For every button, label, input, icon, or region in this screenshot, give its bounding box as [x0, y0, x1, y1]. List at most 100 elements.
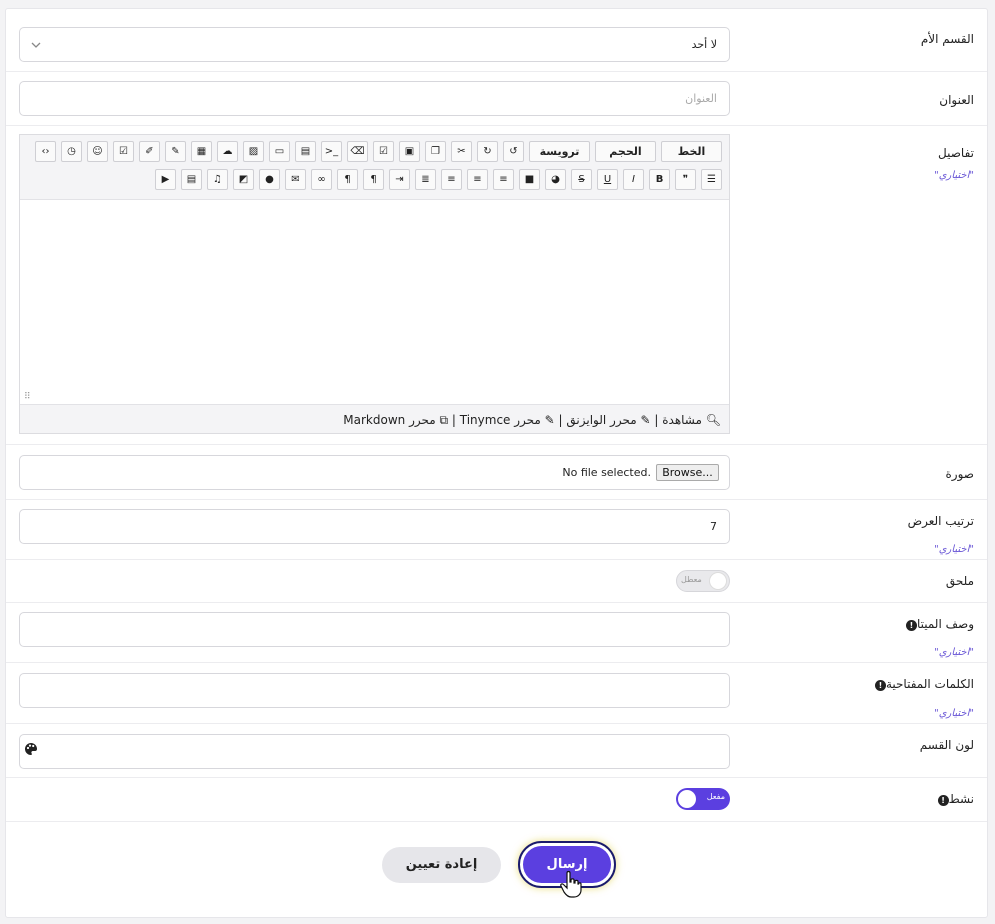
title-input[interactable]: العنوان — [19, 81, 730, 116]
rich-text-editor: الخط الحجم ترويسة ↺ ↻ ✂ ❐ ▣ ☑ ⌫ >_ ▤ ▭ ▨ ☁ ▦ ✎ ✐ ☑ ☺ ◷ ‹› … — [19, 134, 730, 434]
justify-icon: ≣ — [421, 174, 430, 185]
edit-icon: ✎ — [640, 413, 651, 427]
history-button[interactable]: ◷ — [61, 141, 82, 162]
reset-button[interactable]: إعادة تعيين — [382, 847, 501, 883]
code-button[interactable]: >_ — [321, 141, 342, 162]
browse-button[interactable]: Browse... — [656, 464, 719, 481]
active-toggle[interactable]: مفعل — [676, 788, 730, 810]
eraser-button[interactable]: ⌫ — [347, 141, 368, 162]
source-button[interactable]: ‹› — [35, 141, 56, 162]
rtl-button[interactable]: ¶ — [363, 169, 384, 190]
list-button[interactable]: ☰ — [701, 169, 722, 190]
wysiwyg-link[interactable]: محرر الوايزنق — [566, 413, 636, 427]
redo-button[interactable]: ↻ — [477, 141, 498, 162]
link-edit-button[interactable]: ✎ — [165, 141, 186, 162]
undo-icon: ↺ — [509, 146, 518, 157]
justify-button[interactable]: ≣ — [415, 169, 436, 190]
email-icon: ✉ — [291, 174, 300, 185]
link-button[interactable]: ∞ — [311, 169, 332, 190]
edit-icon: ✎ — [544, 413, 555, 427]
color-input[interactable] — [19, 734, 730, 769]
block-button[interactable]: ■ — [519, 169, 540, 190]
palette-icon: ◕ — [551, 174, 560, 185]
link-edit-icon: ✎ — [171, 146, 180, 157]
markdown-link[interactable]: محرر Markdown — [343, 413, 435, 427]
size-dropdown[interactable]: الحجم — [595, 141, 656, 162]
frame-button[interactable]: ▭ — [269, 141, 290, 162]
youtube-button[interactable]: ▶ — [155, 169, 176, 190]
bold-button[interactable]: B — [649, 169, 670, 190]
source-icon: ‹› — [41, 146, 50, 157]
checkbox-button[interactable]: ☑ — [113, 141, 134, 162]
italic-button[interactable]: I — [623, 169, 644, 190]
palette-icon[interactable] — [24, 742, 38, 756]
align-right-button[interactable]: ≡ — [493, 169, 514, 190]
indent-button[interactable]: ⇥ — [389, 169, 410, 190]
hand-cursor-icon — [560, 870, 582, 898]
quote-button[interactable]: ❞ — [675, 169, 696, 190]
document-button[interactable]: ▤ — [295, 141, 316, 162]
image-button[interactable]: ▨ — [243, 141, 264, 162]
image-file-input[interactable]: Browse... No file selected. — [19, 455, 730, 490]
strike-button[interactable]: S — [571, 169, 592, 190]
toolbar-row-2: ☰ ❞ B I U S ◕ ■ ≡ ≡ ≡ ≣ ⇥ ¶ ¶ ∞ ✉ ● ◩ ♫ ▤ ▶ — [20, 169, 729, 195]
cut-button[interactable]: ✂ — [451, 141, 472, 162]
video-button[interactable]: ▤ — [181, 169, 202, 190]
bold-icon: B — [655, 174, 664, 185]
search-icon: 🔍︎ — [705, 413, 721, 427]
frame-icon: ▭ — [274, 146, 285, 157]
font-dropdown[interactable]: الخط — [661, 141, 722, 162]
block-icon: ■ — [524, 174, 535, 185]
emoji-button[interactable]: ☺ — [87, 141, 108, 162]
align-left-button[interactable]: ≡ — [441, 169, 462, 190]
image-icon: ▨ — [248, 146, 259, 157]
heading-dropdown[interactable]: ترويسة — [529, 141, 590, 162]
comment-button[interactable]: ● — [259, 169, 280, 190]
ltr-button[interactable]: ¶ — [337, 169, 358, 190]
order-input[interactable]: 7 — [19, 509, 730, 544]
upload-button[interactable]: ☁ — [217, 141, 238, 162]
details-optional: "اختياري" — [934, 170, 974, 181]
archive-button[interactable]: ▦ — [191, 141, 212, 162]
palette-button[interactable]: ◕ — [545, 169, 566, 190]
emoji-icon: ☺ — [92, 146, 103, 157]
tinymce-link[interactable]: محرر Tinymce — [460, 413, 541, 427]
keywords-input[interactable] — [19, 673, 730, 708]
select-all-icon: ☑ — [379, 146, 388, 157]
cut-icon: ✂ — [457, 146, 466, 157]
code-icon: >_ — [324, 146, 339, 157]
paste-button[interactable]: ▣ — [399, 141, 420, 162]
info-icon[interactable]: ! — [874, 680, 886, 691]
upload-icon: ☁ — [222, 146, 233, 157]
parent-value: لا أحد — [691, 38, 717, 51]
attached-toggle[interactable]: معطل — [676, 570, 730, 592]
align-center-icon: ≡ — [473, 174, 482, 185]
note-icon: ✐ — [145, 146, 154, 157]
document-icon: ▤ — [300, 146, 311, 157]
editor-content-area[interactable]: ⠿ — [20, 199, 729, 405]
info-icon[interactable]: ! — [937, 795, 949, 806]
underline-button[interactable]: U — [597, 169, 618, 190]
order-row: ترتيب العرض "اختياري" 7 — [6, 500, 987, 560]
info-icon[interactable]: ! — [905, 620, 917, 631]
note-button[interactable]: ✐ — [139, 141, 160, 162]
embed-button[interactable]: ◩ — [233, 169, 254, 190]
parent-select[interactable]: لا أحد — [19, 27, 730, 62]
youtube-icon: ▶ — [161, 174, 170, 185]
order-label: ترتيب العرض — [907, 514, 974, 528]
meta-description-input[interactable] — [19, 612, 730, 647]
select-all-button[interactable]: ☑ — [373, 141, 394, 162]
align-center-button[interactable]: ≡ — [467, 169, 488, 190]
email-button[interactable]: ✉ — [285, 169, 306, 190]
copy-button[interactable]: ❐ — [425, 141, 446, 162]
active-state: مفعل — [706, 792, 725, 801]
undo-button[interactable]: ↺ — [503, 141, 524, 162]
quote-icon: ❞ — [682, 174, 689, 185]
resize-handle-icon[interactable]: ⠿ — [24, 392, 31, 402]
preview-link[interactable]: مشاهدة — [662, 413, 702, 427]
toggle-knob — [709, 572, 727, 590]
paste-icon: ▣ — [404, 146, 415, 157]
music-button[interactable]: ♫ — [207, 169, 228, 190]
keywords-row: الكلمات المفتاحية! "اختياري" — [6, 663, 987, 724]
markdown-icon: ⧉ — [439, 413, 449, 427]
